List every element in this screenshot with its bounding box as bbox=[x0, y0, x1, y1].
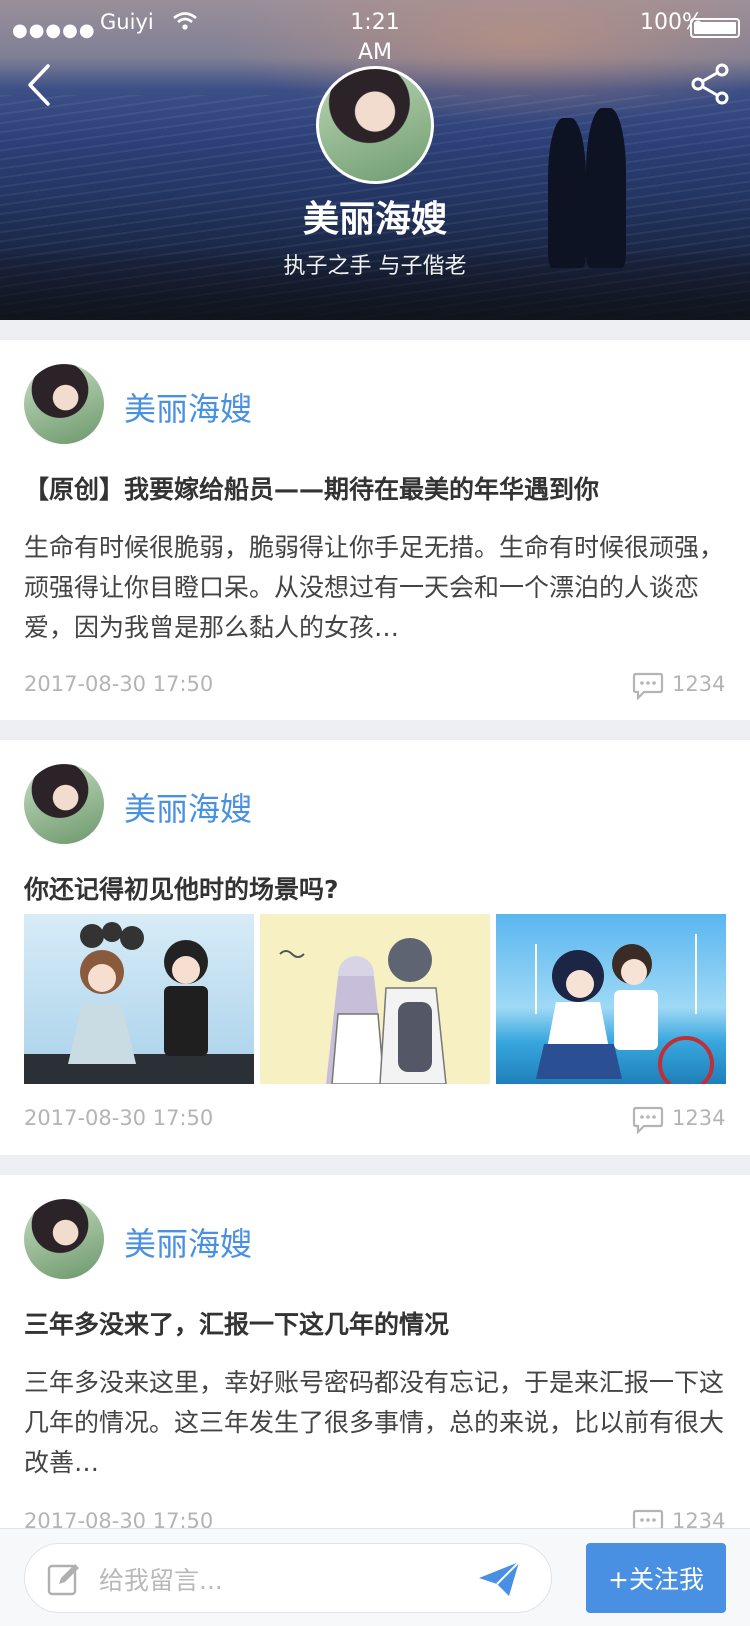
comment-box[interactable] bbox=[24, 1543, 552, 1613]
post-image-1[interactable] bbox=[24, 914, 254, 1084]
profile-avatar[interactable] bbox=[316, 66, 434, 184]
post-image-3[interactable] bbox=[496, 914, 726, 1084]
post-date: 2017-08-30 17:50 bbox=[24, 672, 214, 696]
post-card[interactable]: 美丽海嫂 三年多没来了，汇报一下这几年的情况 三年多没来这里，幸好账号密码都没有… bbox=[0, 1175, 750, 1538]
author-name[interactable]: 美丽海嫂 bbox=[124, 384, 252, 430]
edit-icon bbox=[47, 1562, 81, 1596]
status-bar: ●●●●● Guiyi 1:21 AM 100% bbox=[0, 8, 750, 68]
post-image-2[interactable] bbox=[260, 914, 490, 1084]
post-title[interactable]: 你还记得初见他时的场景吗? bbox=[24, 870, 724, 906]
author-name[interactable]: 美丽海嫂 bbox=[124, 784, 252, 830]
post-excerpt: 三年多没来这里，幸好账号密码都没有忘记，于是来汇报一下这几年的情况。这三年发生了… bbox=[24, 1368, 725, 1477]
couple-silhouette-right bbox=[586, 108, 626, 268]
post-excerpt: 生命有时候很脆弱，脆弱得让你手足无措。生命有时候很顽强，顽强得让你目瞪口呆。从没… bbox=[24, 533, 725, 642]
post-title[interactable]: 三年多没来了，汇报一下这几年的情况 bbox=[24, 1305, 724, 1341]
send-icon[interactable] bbox=[477, 1560, 521, 1598]
profile-motto: 执子之手 与子偕老 bbox=[283, 254, 467, 279]
author-avatar[interactable] bbox=[24, 764, 104, 844]
author-avatar[interactable] bbox=[24, 1199, 104, 1279]
wifi-icon bbox=[172, 10, 198, 38]
comment-icon[interactable] bbox=[632, 672, 664, 701]
signal-indicator: ●●●●● bbox=[12, 20, 96, 41]
bottom-bar: +关注我 bbox=[0, 1528, 750, 1626]
comment-count: 1234 bbox=[672, 672, 726, 696]
post-card[interactable]: 美丽海嫂 【原创】我要嫁给船员——期待在最美的年华遇到你 生命有时候很脆弱，脆弱… bbox=[0, 340, 750, 720]
author-name[interactable]: 美丽海嫂 bbox=[124, 1219, 252, 1265]
battery-icon bbox=[690, 18, 740, 38]
battery-percent: 100% bbox=[640, 10, 703, 35]
carrier-name: Guiyi bbox=[100, 10, 154, 34]
profile-header: ●●●●● Guiyi 1:21 AM 100% 美丽海嫂 执子之手 与子偕老 bbox=[0, 0, 750, 320]
follow-button[interactable]: +关注我 bbox=[586, 1543, 726, 1613]
post-title[interactable]: 【原创】我要嫁给船员——期待在最美的年华遇到你 bbox=[24, 470, 724, 506]
chevron-left-icon[interactable] bbox=[18, 60, 62, 110]
post-date: 2017-08-30 17:50 bbox=[24, 1106, 214, 1130]
author-avatar[interactable] bbox=[24, 364, 104, 444]
profile-name: 美丽海嫂 bbox=[302, 199, 447, 240]
share-icon[interactable] bbox=[688, 62, 732, 106]
comment-count: 1234 bbox=[672, 1106, 726, 1130]
clock: 1:21 AM bbox=[350, 10, 400, 65]
comment-input[interactable] bbox=[99, 1562, 479, 1598]
comment-icon[interactable] bbox=[632, 1106, 664, 1135]
